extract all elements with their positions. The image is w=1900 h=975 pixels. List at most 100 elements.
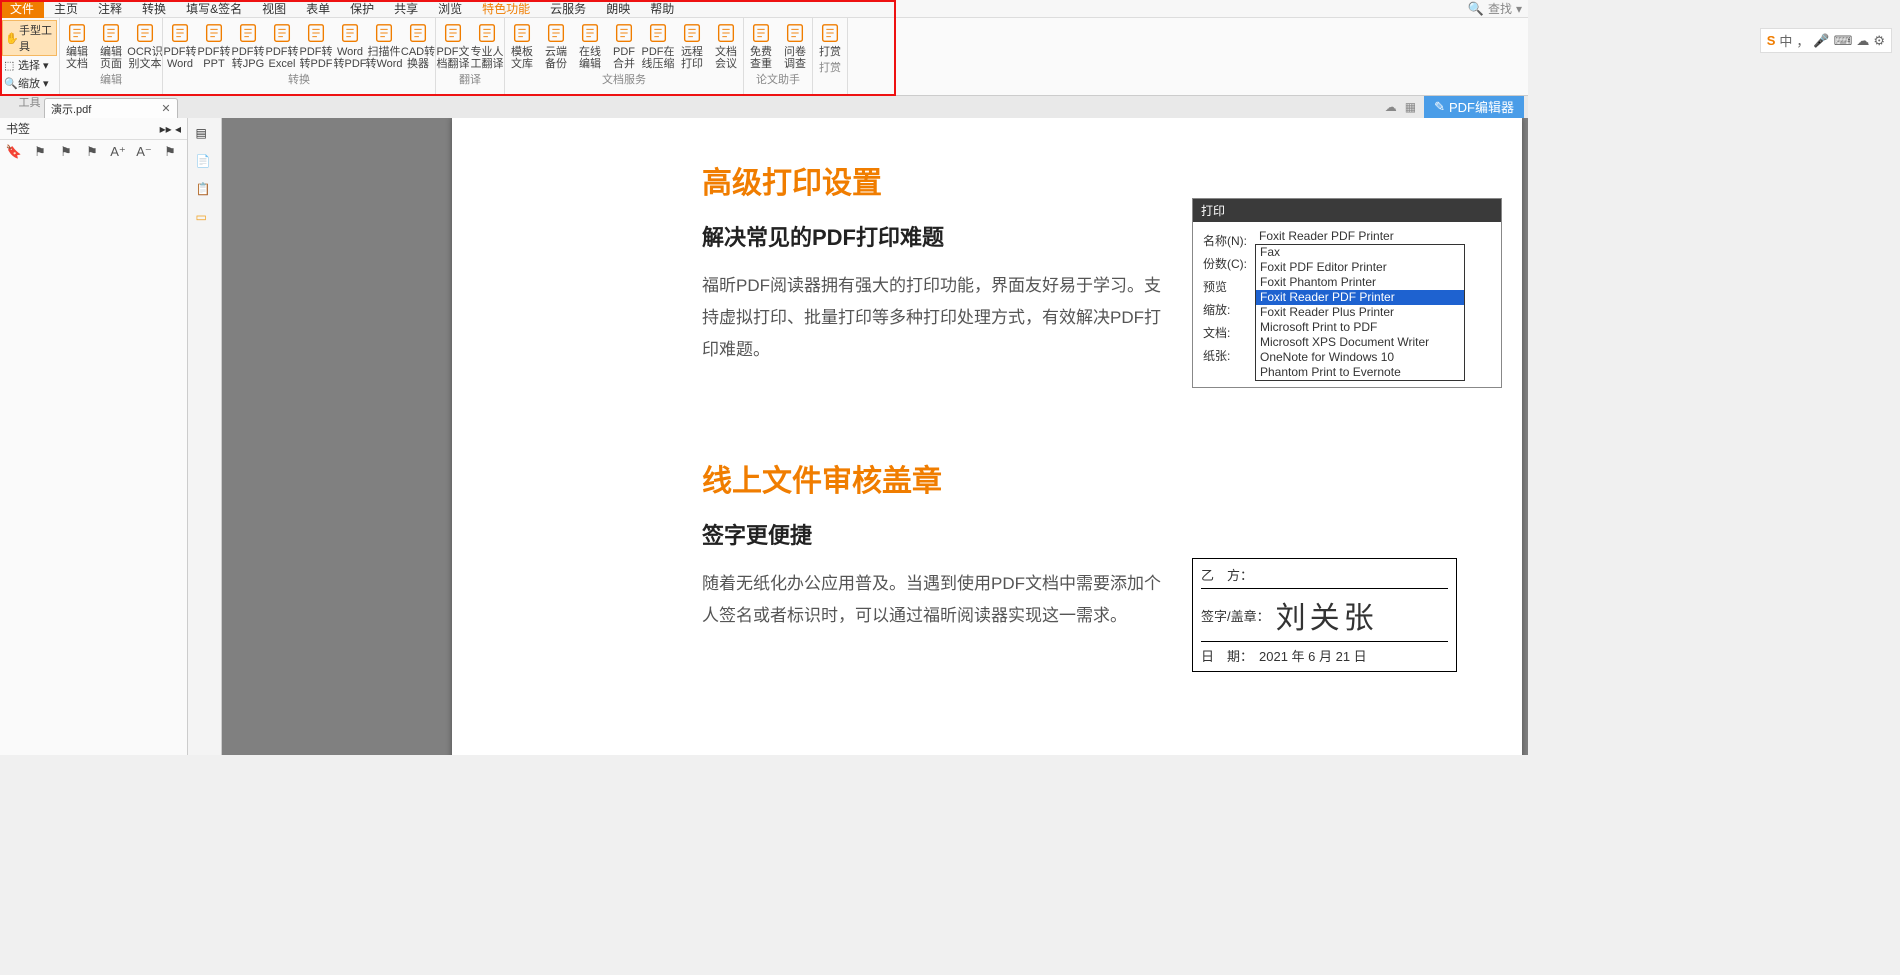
font-increase-icon[interactable]: A⁺ bbox=[110, 144, 126, 160]
bookmark-flag2-icon[interactable]: ⚑ bbox=[58, 144, 74, 160]
search-icon: 🔍 bbox=[1468, 1, 1484, 17]
printer-option[interactable]: Fax bbox=[1256, 245, 1464, 260]
cursor-icon: ⬚ bbox=[4, 59, 16, 71]
ribbon-button[interactable]: PDF文 档翻译 bbox=[436, 18, 470, 70]
bookmark-flag3-icon[interactable]: ⚑ bbox=[84, 144, 100, 160]
ribbon-button[interactable]: PDF转 转JPG bbox=[231, 18, 265, 70]
printer-option[interactable]: OneNote for Windows 10 bbox=[1256, 350, 1464, 365]
zoom-tool[interactable]: 🔍缩放 ▾ bbox=[2, 74, 57, 92]
doc-icon bbox=[545, 22, 567, 44]
doc-icon bbox=[715, 22, 737, 44]
ribbon-button[interactable]: PDF转 转PDF bbox=[299, 18, 333, 70]
ribbon-button[interactable]: 问卷 调查 bbox=[778, 18, 812, 70]
search-dropdown-icon[interactable]: ▾ bbox=[1516, 2, 1522, 16]
hand-tool[interactable]: ✋手型工具 bbox=[2, 20, 57, 56]
printer-option[interactable]: Phantom Print to Evernote bbox=[1256, 365, 1464, 380]
bookmarks-collapse-icon[interactable]: ▸▸ bbox=[160, 122, 172, 136]
ribbon-button[interactable]: 在线 编辑 bbox=[573, 18, 607, 70]
menu-fillsign[interactable]: 填写&签名 bbox=[176, 0, 252, 18]
signature-name: 刘关张 bbox=[1276, 593, 1378, 637]
menu-browse[interactable]: 浏览 bbox=[428, 0, 472, 18]
ribbon-button[interactable]: OCR识 别文本 bbox=[128, 18, 162, 70]
doc-icon bbox=[66, 22, 88, 44]
menu-file[interactable]: 文件 bbox=[0, 0, 44, 18]
menu-protect[interactable]: 保护 bbox=[340, 0, 384, 18]
ribbon-button[interactable]: 专业人 工翻译 bbox=[470, 18, 504, 70]
bookmark-flag1-icon[interactable]: ⚑ bbox=[32, 144, 48, 160]
ribbon-button[interactable]: PDF转 PPT bbox=[197, 18, 231, 70]
menu-read[interactable]: 朗映 bbox=[596, 0, 640, 18]
grid-icon[interactable]: ▦ bbox=[1405, 100, 1416, 114]
menu-features[interactable]: 特色功能 bbox=[472, 0, 540, 18]
select-tool[interactable]: ⬚选择 ▾ bbox=[2, 56, 57, 74]
close-tab-icon[interactable]: ✕ bbox=[161, 102, 170, 115]
doc-icon bbox=[373, 22, 395, 44]
ribbon-button[interactable]: CAD转 换器 bbox=[401, 18, 435, 70]
thumbnails-icon[interactable]: ▤ bbox=[196, 126, 214, 144]
ribbon-button[interactable]: PDF 合并 bbox=[607, 18, 641, 70]
ribbon-button[interactable]: 编辑 文档 bbox=[60, 18, 94, 70]
doc-icon bbox=[476, 22, 498, 44]
menu-home[interactable]: 主页 bbox=[44, 0, 88, 18]
document-tab[interactable]: 演示.pdf ✕ bbox=[44, 98, 178, 118]
document-viewport[interactable]: 高级打印设置 解决常见的PDF打印难题 福昕PDF阅读器拥有强大的打印功能，界面… bbox=[222, 118, 1528, 755]
search-box[interactable]: 🔍 查找 ▾ bbox=[1468, 0, 1528, 17]
ribbon-button[interactable]: 编辑 页面 bbox=[94, 18, 128, 70]
ribbon-button[interactable]: PDF转 Word bbox=[163, 18, 197, 70]
printer-option[interactable]: Foxit Phantom Printer bbox=[1256, 275, 1464, 290]
ribbon-button[interactable]: PDF在 线压缩 bbox=[641, 18, 675, 70]
section2-subtitle: 签字更便捷 bbox=[702, 518, 1492, 550]
printer-option[interactable]: Microsoft Print to PDF bbox=[1256, 320, 1464, 335]
printer-dropdown-list[interactable]: FaxFoxit PDF Editor PrinterFoxit Phantom… bbox=[1255, 244, 1465, 381]
bookmarks-close-icon[interactable]: ◂ bbox=[175, 122, 181, 136]
convert-group: PDF转 WordPDF转 PPTPDF转 转JPGPDF转 ExcelPDF转… bbox=[163, 18, 436, 95]
menu-form[interactable]: 表单 bbox=[296, 0, 340, 18]
printer-option[interactable]: Microsoft XPS Document Writer bbox=[1256, 335, 1464, 350]
search-placeholder: 查找 bbox=[1488, 0, 1512, 17]
ribbon-button[interactable]: 打赏 bbox=[813, 18, 847, 58]
doc-icon bbox=[134, 22, 156, 44]
menu-share[interactable]: 共享 bbox=[384, 0, 428, 18]
ribbon-button[interactable]: 扫描件 转Word bbox=[367, 18, 401, 70]
ime-toolbar[interactable]: S 中 ， 🎤 ⌨ ☁ ⚙ bbox=[1760, 28, 1892, 53]
translate-group: PDF文 档翻译专业人 工翻译 翻译 bbox=[436, 18, 505, 95]
printer-option[interactable]: Foxit PDF Editor Printer bbox=[1256, 260, 1464, 275]
ribbon-button[interactable]: 文档 会议 bbox=[709, 18, 743, 70]
doc-icon bbox=[647, 22, 669, 44]
menu-view[interactable]: 视图 bbox=[252, 0, 296, 18]
printer-select[interactable]: Foxit Reader PDF Printer bbox=[1255, 228, 1465, 244]
ribbon-button[interactable]: 免费 查重 bbox=[744, 18, 778, 70]
menu-cloud[interactable]: 云服务 bbox=[540, 0, 596, 18]
bookmark-flag4-icon[interactable]: ⚑ bbox=[162, 144, 178, 160]
font-decrease-icon[interactable]: A⁻ bbox=[136, 144, 152, 160]
bookmark-new-icon[interactable]: 🔖 bbox=[6, 144, 22, 160]
pdf-editor-button[interactable]: ✎ PDF编辑器 bbox=[1424, 95, 1524, 118]
reward-group: 打赏 打赏 bbox=[813, 18, 848, 95]
ribbon: ✋手型工具 ⬚选择 ▾ 🔍缩放 ▾ 工具 编辑 文档编辑 页面OCR识 别文本 … bbox=[0, 18, 1528, 96]
printer-option[interactable]: Foxit Reader PDF Printer bbox=[1256, 290, 1464, 305]
document-tab-strip: 演示.pdf ✕ ☁ ▦ ✎ PDF编辑器 bbox=[0, 96, 1528, 118]
ribbon-button[interactable]: PDF转 Excel bbox=[265, 18, 299, 70]
ribbon-button[interactable]: 模板 文库 bbox=[505, 18, 539, 70]
page: 高级打印设置 解决常见的PDF打印难题 福昕PDF阅读器拥有强大的打印功能，界面… bbox=[452, 118, 1522, 755]
printer-option[interactable]: Foxit Reader Plus Printer bbox=[1256, 305, 1464, 320]
clipboard-icon[interactable]: 📋 bbox=[196, 182, 214, 200]
ribbon-button[interactable]: Word 转PDF bbox=[333, 18, 367, 70]
main-area: 书签 ▸▸ ◂ 🔖 ⚑ ⚑ ⚑ A⁺ A⁻ ⚑ ▤ 📄 📋 ▭ 高级打印设置 解… bbox=[0, 118, 1528, 755]
page-icon[interactable]: 📄 bbox=[196, 154, 214, 172]
hand-icon: ✋ bbox=[5, 32, 17, 44]
menu-help[interactable]: 帮助 bbox=[640, 0, 684, 18]
cloud-sync-icon[interactable]: ☁ bbox=[1385, 100, 1397, 114]
ime-logo-icon: S bbox=[1767, 33, 1776, 48]
doc-icon bbox=[100, 22, 122, 44]
pen-icon: ✎ bbox=[1434, 99, 1445, 115]
menu-comment[interactable]: 注释 bbox=[88, 0, 132, 18]
note-icon[interactable]: ▭ bbox=[196, 210, 214, 228]
doc-icon bbox=[305, 22, 327, 44]
menu-convert[interactable]: 转换 bbox=[132, 0, 176, 18]
document-tab-label: 演示.pdf bbox=[51, 101, 91, 117]
doc-icon bbox=[271, 22, 293, 44]
ribbon-button[interactable]: 云端 备份 bbox=[539, 18, 573, 70]
section2-body: 随着无纸化办公应用普及。当遇到使用PDF文档中需要添加个人签名或者标识时，可以通… bbox=[702, 568, 1162, 632]
ribbon-button[interactable]: 远程 打印 bbox=[675, 18, 709, 70]
